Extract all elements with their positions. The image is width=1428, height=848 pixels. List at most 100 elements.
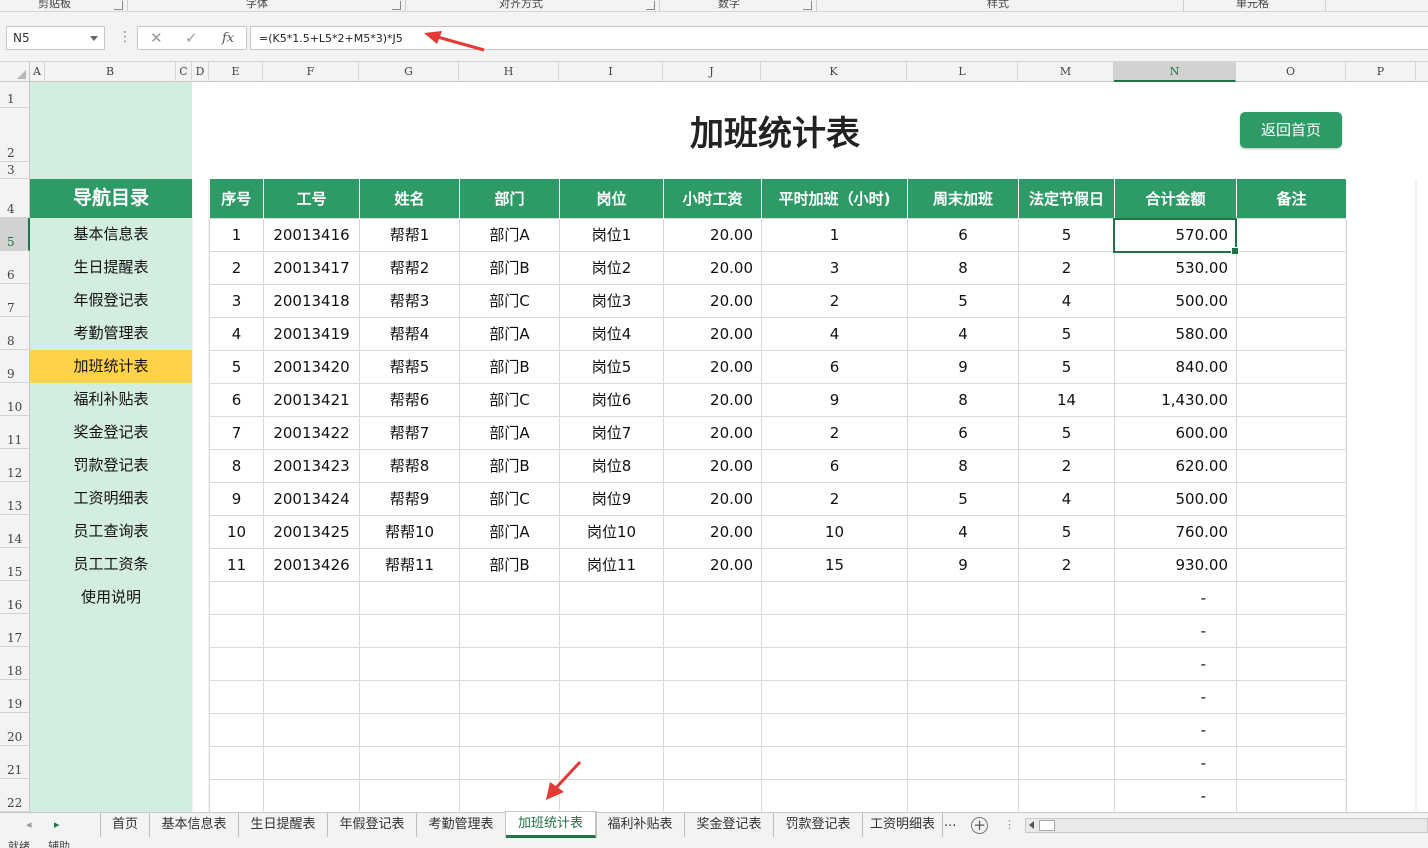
table-cell[interactable]: 20013421 bbox=[263, 382, 360, 417]
table-cell[interactable]: 7 bbox=[209, 415, 264, 450]
drag-handle-icon[interactable]: ⋮ bbox=[118, 29, 132, 45]
table-cell[interactable] bbox=[1236, 349, 1347, 384]
table-cell[interactable]: 帮帮4 bbox=[359, 316, 460, 351]
table-cell[interactable]: 岗位6 bbox=[559, 382, 664, 417]
table-cell[interactable]: 10 bbox=[209, 514, 264, 549]
table-cell[interactable]: 20013425 bbox=[263, 514, 360, 549]
table-cell[interactable]: 20013416 bbox=[263, 217, 360, 252]
table-cell[interactable]: - bbox=[1114, 745, 1237, 780]
table-cell[interactable]: 部门B bbox=[459, 349, 560, 384]
table-cell[interactable]: 4 bbox=[1018, 481, 1115, 516]
table-cell[interactable]: 570.00 bbox=[1114, 217, 1237, 252]
table-cell[interactable]: 部门A bbox=[459, 217, 560, 252]
table-cell[interactable] bbox=[559, 745, 664, 780]
sheet-tab[interactable]: 加班统计表 bbox=[506, 812, 596, 838]
table-cell[interactable] bbox=[1236, 745, 1347, 780]
table-cell[interactable] bbox=[1236, 382, 1347, 417]
table-cell[interactable]: 部门C bbox=[459, 283, 560, 318]
table-cell[interactable]: 20013417 bbox=[263, 250, 360, 285]
table-cell[interactable] bbox=[263, 613, 360, 648]
table-cell[interactable] bbox=[663, 712, 762, 747]
table-cell[interactable] bbox=[1236, 481, 1347, 516]
table-cell[interactable] bbox=[907, 613, 1019, 648]
table-cell[interactable] bbox=[907, 745, 1019, 780]
column-title[interactable]: 工号 bbox=[263, 179, 360, 218]
table-cell[interactable]: 2 bbox=[209, 250, 264, 285]
table-cell[interactable]: 岗位8 bbox=[559, 448, 664, 483]
table-cell[interactable] bbox=[559, 778, 664, 813]
table-cell[interactable]: 20013426 bbox=[263, 547, 360, 582]
column-header-j[interactable]: J bbox=[663, 62, 761, 82]
table-cell[interactable] bbox=[663, 613, 762, 648]
table-cell[interactable]: 15 bbox=[761, 547, 908, 582]
table-cell[interactable]: 9 bbox=[761, 382, 908, 417]
nav-item[interactable]: 工资明细表 bbox=[30, 482, 192, 515]
sheet-tab[interactable]: 年假登记表 bbox=[328, 813, 417, 837]
table-cell[interactable]: - bbox=[1114, 679, 1237, 714]
table-cell[interactable] bbox=[1236, 778, 1347, 813]
table-cell[interactable]: 帮帮9 bbox=[359, 481, 460, 516]
table-cell[interactable] bbox=[761, 646, 908, 681]
table-cell[interactable]: 20.00 bbox=[663, 349, 762, 384]
table-cell[interactable]: 840.00 bbox=[1114, 349, 1237, 384]
table-cell[interactable] bbox=[209, 679, 264, 714]
table-cell[interactable] bbox=[209, 646, 264, 681]
nav-item[interactable]: 基本信息表 bbox=[30, 218, 192, 251]
scroll-left-arrow-icon[interactable] bbox=[1029, 821, 1034, 829]
table-cell[interactable]: 10 bbox=[761, 514, 908, 549]
row-header-13[interactable]: 13 bbox=[0, 482, 30, 515]
nav-item[interactable]: 奖金登记表 bbox=[30, 416, 192, 449]
table-cell[interactable]: 3 bbox=[209, 283, 264, 318]
column-header-c[interactable]: C bbox=[176, 62, 192, 82]
table-cell[interactable]: 20.00 bbox=[663, 448, 762, 483]
table-cell[interactable]: 帮帮2 bbox=[359, 250, 460, 285]
table-cell[interactable] bbox=[209, 580, 264, 615]
row-header-22[interactable]: 22 bbox=[0, 779, 30, 812]
table-cell[interactable] bbox=[209, 745, 264, 780]
table-cell[interactable]: 20.00 bbox=[663, 316, 762, 351]
table-cell[interactable]: 4 bbox=[907, 514, 1019, 549]
sheet-tab[interactable]: 考勤管理表 bbox=[417, 813, 506, 837]
column-header-b[interactable]: B bbox=[45, 62, 176, 82]
nav-item[interactable]: 福利补贴表 bbox=[30, 383, 192, 416]
table-cell[interactable]: - bbox=[1114, 712, 1237, 747]
table-cell[interactable]: 岗位10 bbox=[559, 514, 664, 549]
table-cell[interactable] bbox=[1236, 580, 1347, 615]
row-header-18[interactable]: 18 bbox=[0, 647, 30, 680]
table-cell[interactable] bbox=[663, 745, 762, 780]
table-cell[interactable]: 2 bbox=[1018, 547, 1115, 582]
row-header-2[interactable]: 2 bbox=[0, 108, 30, 162]
table-cell[interactable]: 帮帮7 bbox=[359, 415, 460, 450]
table-cell[interactable] bbox=[263, 679, 360, 714]
sheet-tab[interactable]: 生日提醒表 bbox=[239, 813, 328, 837]
table-cell[interactable] bbox=[559, 580, 664, 615]
table-cell[interactable]: 6 bbox=[907, 217, 1019, 252]
table-cell[interactable]: 5 bbox=[907, 481, 1019, 516]
table-cell[interactable]: 11 bbox=[209, 547, 264, 582]
table-cell[interactable] bbox=[459, 646, 560, 681]
table-cell[interactable] bbox=[761, 613, 908, 648]
table-cell[interactable]: 9 bbox=[907, 349, 1019, 384]
table-cell[interactable]: 20.00 bbox=[663, 514, 762, 549]
table-cell[interactable]: 20013424 bbox=[263, 481, 360, 516]
sheet-tab[interactable]: 首页 bbox=[100, 813, 150, 837]
row-header-1[interactable]: 1 bbox=[0, 82, 30, 108]
row-header-3[interactable]: 3 bbox=[0, 162, 30, 179]
nav-item[interactable]: 员工查询表 bbox=[30, 515, 192, 548]
ribbon-group-alignment[interactable]: 对齐方式 bbox=[499, 0, 543, 11]
table-cell[interactable] bbox=[459, 679, 560, 714]
column-title[interactable]: 平时加班（小时) bbox=[761, 179, 908, 218]
table-cell[interactable] bbox=[359, 778, 460, 813]
table-cell[interactable] bbox=[459, 745, 560, 780]
table-cell[interactable] bbox=[209, 778, 264, 813]
tab-scroll-right-icon[interactable]: ▸ bbox=[54, 818, 60, 831]
table-cell[interactable] bbox=[663, 679, 762, 714]
table-cell[interactable] bbox=[1236, 217, 1347, 252]
column-title[interactable]: 合计金额 bbox=[1114, 179, 1237, 218]
ribbon-group-styles[interactable]: 样式 bbox=[987, 0, 1009, 11]
table-cell[interactable] bbox=[1236, 646, 1347, 681]
row-header-17[interactable]: 17 bbox=[0, 614, 30, 647]
table-cell[interactable] bbox=[1236, 316, 1347, 351]
sheet-tab[interactable]: 工资明细表 bbox=[863, 813, 943, 837]
row-header-16[interactable]: 16 bbox=[0, 581, 30, 614]
